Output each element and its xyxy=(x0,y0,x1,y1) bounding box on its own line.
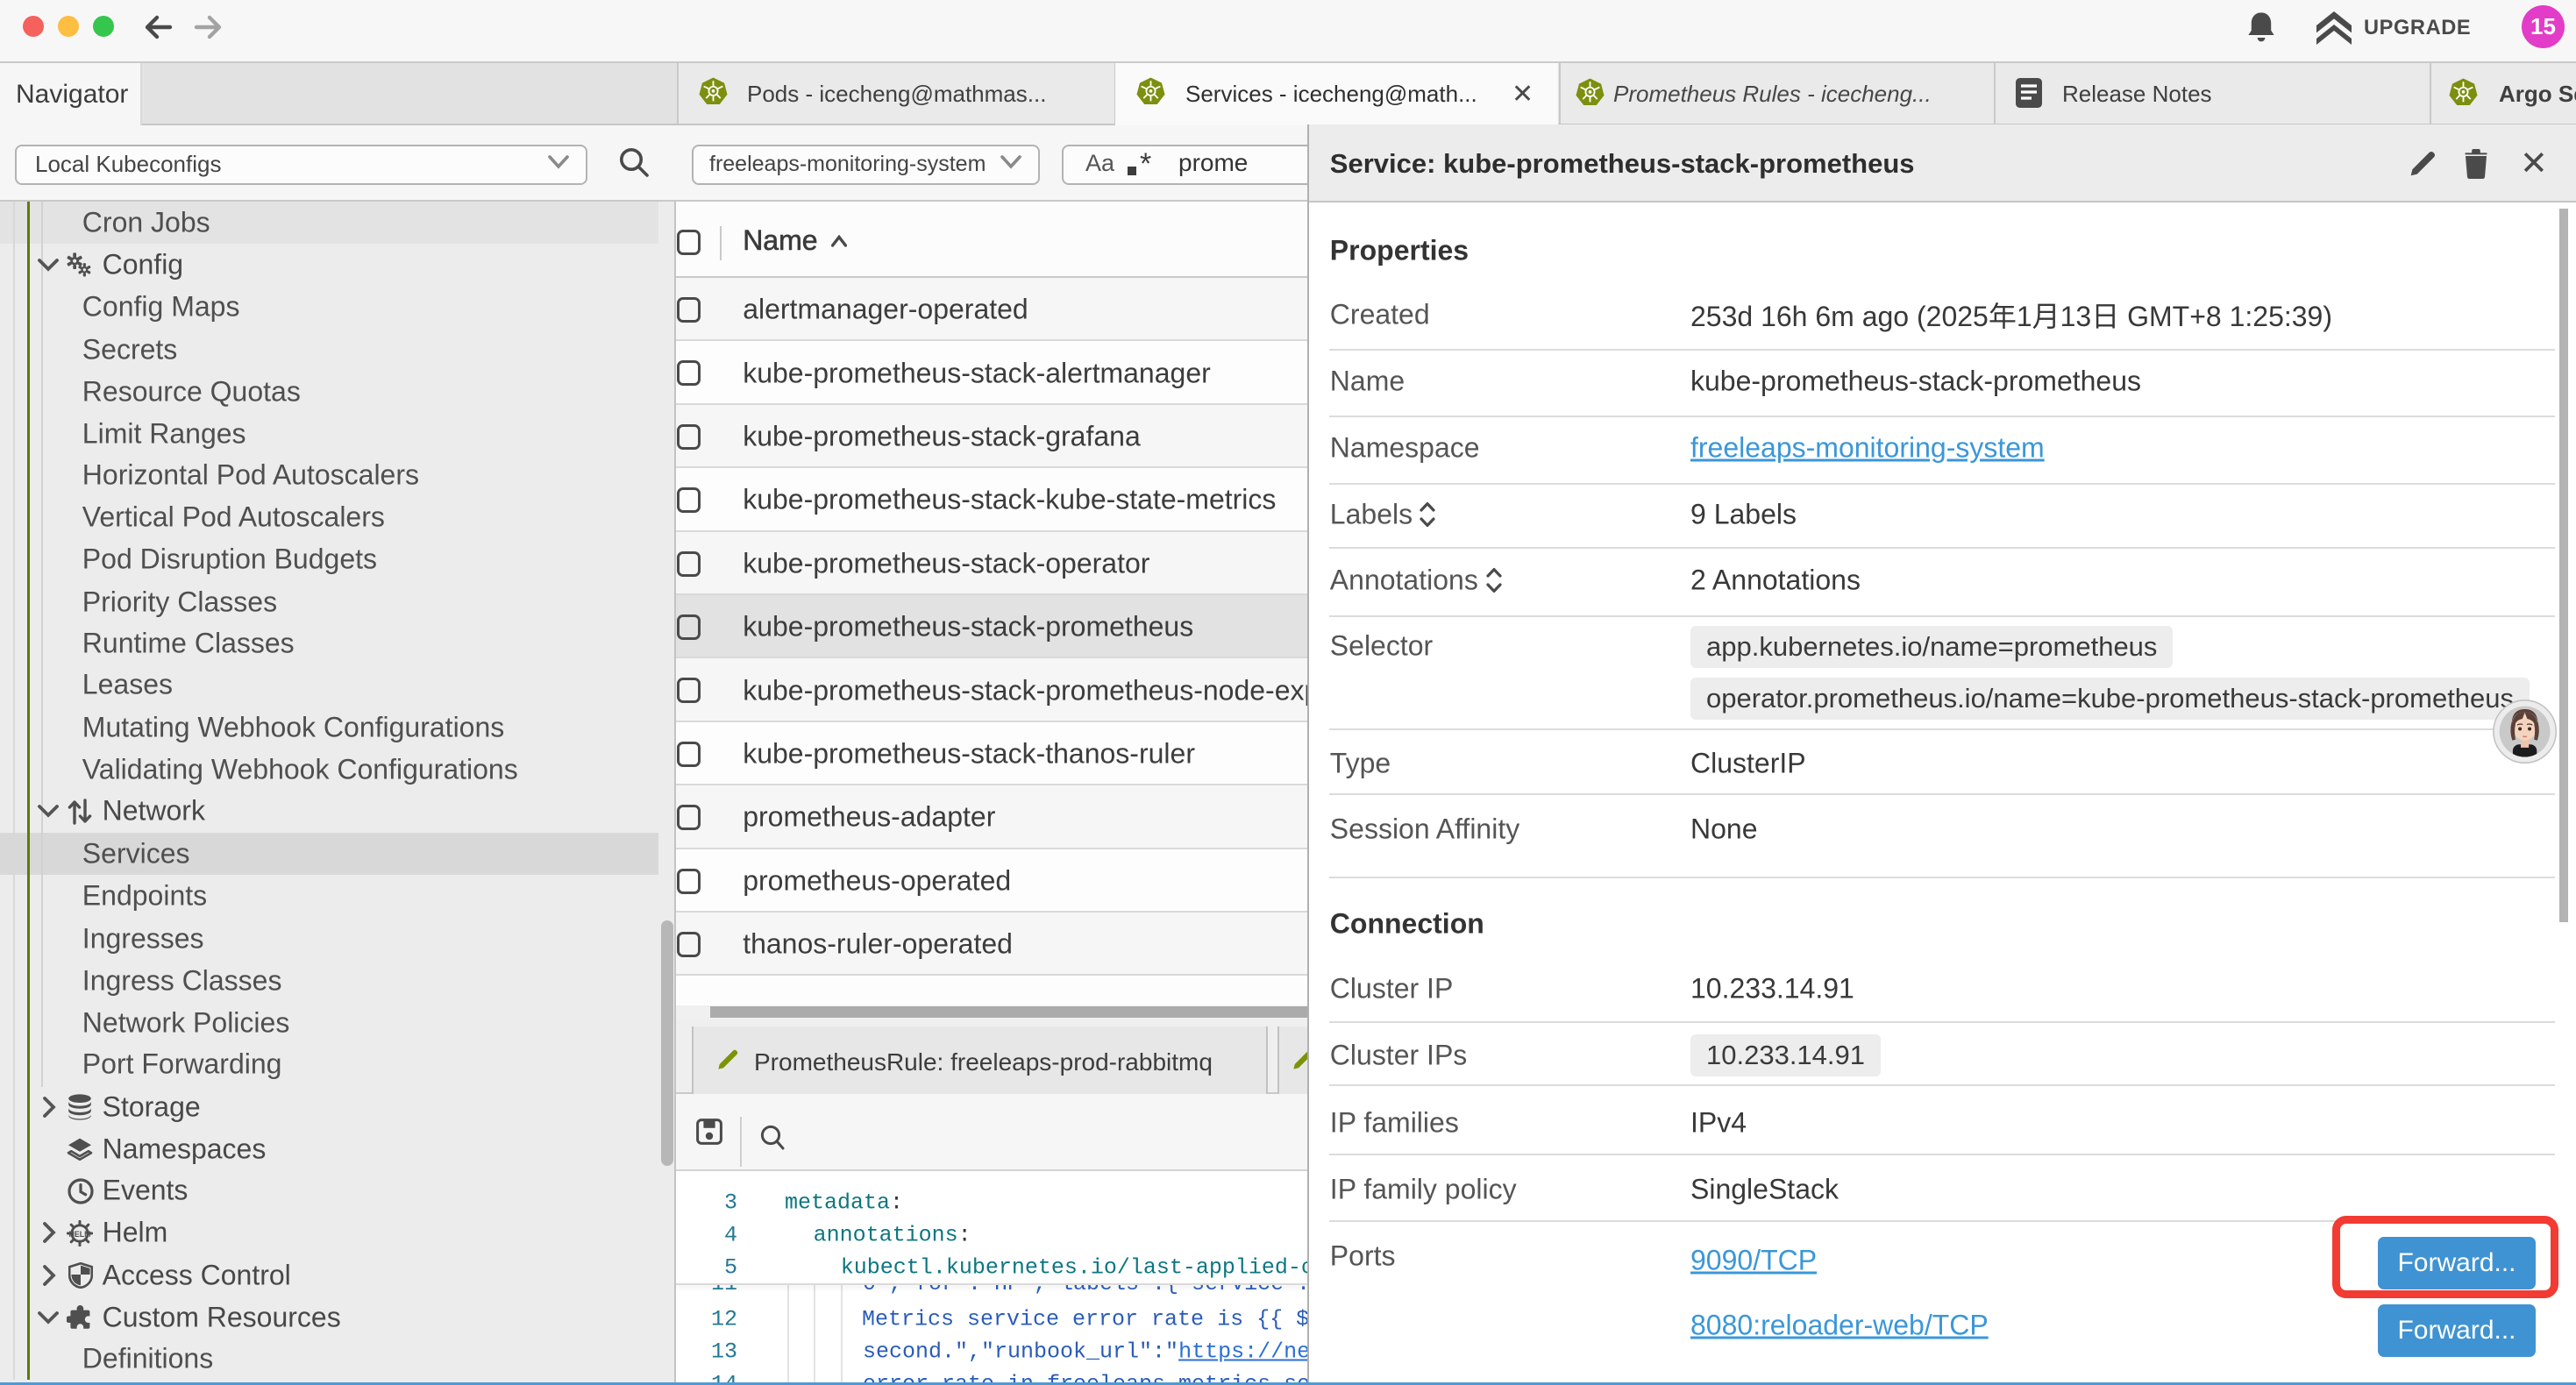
svg-text:HELM: HELM xyxy=(69,1229,91,1238)
